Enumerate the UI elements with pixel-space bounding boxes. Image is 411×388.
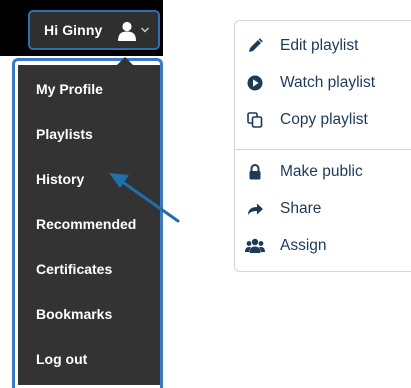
menu-item-bookmarks[interactable]: Bookmarks — [36, 306, 112, 322]
menu-item-history[interactable]: History — [36, 171, 84, 187]
share-label: Share — [280, 200, 322, 217]
assign-label: Assign — [280, 237, 327, 254]
copy-playlist-action[interactable]: Copy playlist — [245, 109, 368, 131]
share-action[interactable]: Share — [245, 198, 321, 220]
make-public-label: Make public — [280, 163, 363, 180]
watch-playlist-label: Watch playlist — [280, 74, 376, 91]
lock-icon — [245, 163, 265, 181]
panel-divider — [235, 149, 411, 150]
play-circle-icon — [245, 74, 265, 92]
users-icon — [245, 237, 265, 255]
watch-playlist-action[interactable]: Watch playlist — [245, 72, 375, 94]
greeting-label: Hi Ginny — [44, 22, 103, 38]
copy-icon — [245, 111, 265, 129]
user-icon — [118, 21, 136, 41]
copy-playlist-label: Copy playlist — [280, 111, 368, 128]
user-dropdown-menu: My Profile Playlists History Recommended… — [18, 65, 160, 385]
menu-item-recommended[interactable]: Recommended — [36, 216, 136, 232]
user-menu-button[interactable]: Hi Ginny — [28, 10, 160, 50]
pencil-icon — [245, 37, 265, 55]
edit-playlist-action[interactable]: Edit playlist — [245, 35, 358, 57]
share-arrow-icon — [245, 200, 265, 218]
menu-item-my-profile[interactable]: My Profile — [36, 81, 103, 97]
edit-playlist-label: Edit playlist — [280, 37, 359, 54]
chevron-down-icon — [141, 27, 149, 33]
menu-item-certificates[interactable]: Certificates — [36, 261, 112, 277]
menu-item-playlists[interactable]: Playlists — [36, 126, 93, 142]
assign-action[interactable]: Assign — [245, 235, 327, 257]
menu-item-log-out[interactable]: Log out — [36, 351, 87, 367]
make-public-action[interactable]: Make public — [245, 161, 363, 183]
